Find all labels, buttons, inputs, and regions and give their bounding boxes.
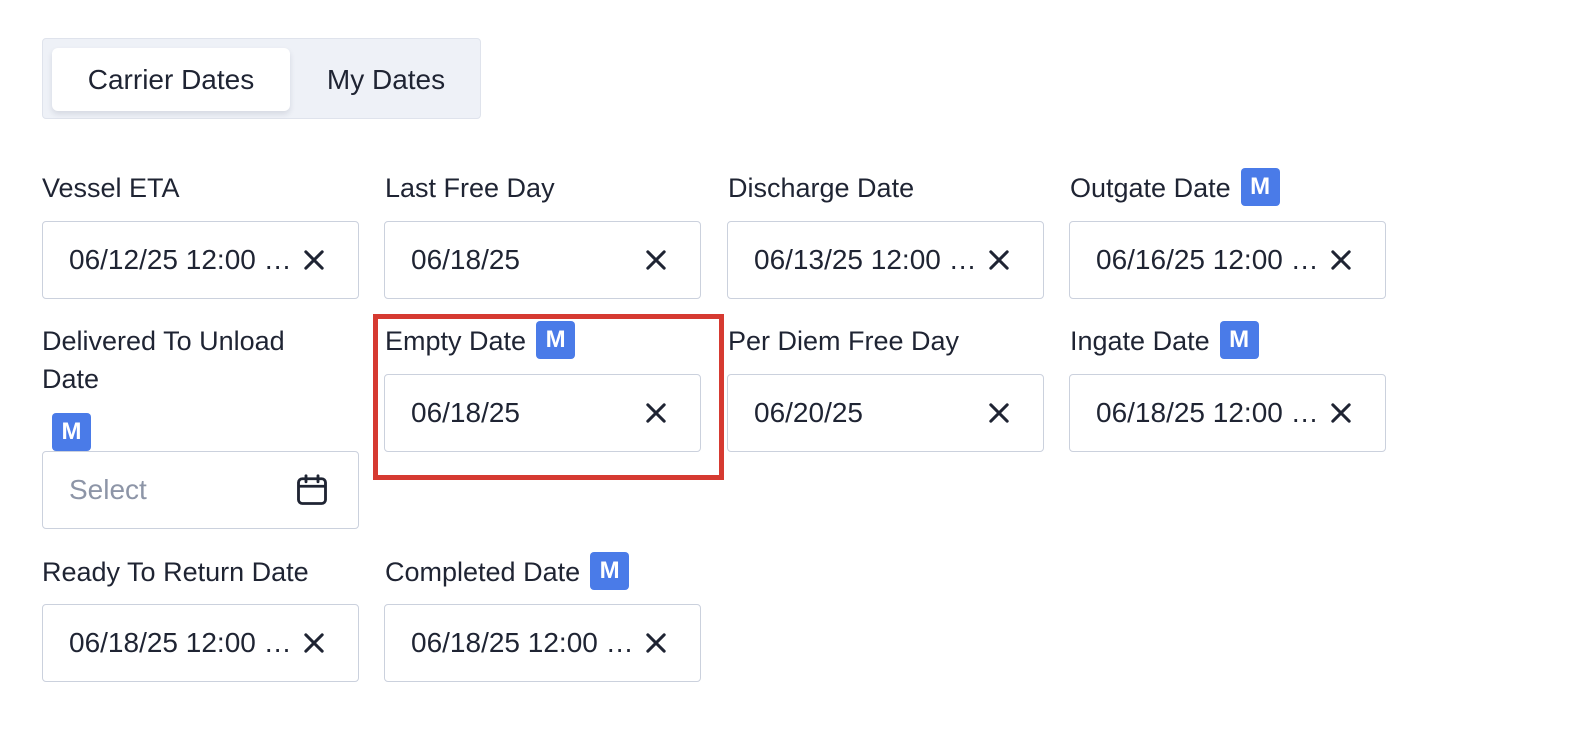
- last-free-day-input[interactable]: 06/18/25: [384, 221, 701, 299]
- close-icon[interactable]: [985, 399, 1013, 427]
- outgate-date-value: 06/16/25 12:00 am: [1096, 244, 1328, 275]
- ingate-date-value: 06/18/25 12:00 am: [1096, 397, 1328, 428]
- close-icon[interactable]: [1327, 399, 1355, 427]
- ingate-date-input[interactable]: 06/18/25 12:00 am: [1069, 374, 1386, 452]
- last-free-day-label-text: Last Free Day: [385, 173, 555, 203]
- completed-date-label-text: Completed Date: [385, 557, 581, 587]
- ingate-date-label-text: Ingate Date: [1070, 326, 1210, 356]
- close-icon[interactable]: [300, 629, 328, 657]
- ready-to-return-date-value: 06/18/25 12:00 am: [69, 627, 301, 658]
- outgate-date-input[interactable]: 06/16/25 12:00 am: [1069, 221, 1386, 299]
- per-diem-free-day-value: 06/20/25: [754, 397, 863, 428]
- ready-to-return-date-input[interactable]: 06/18/25 12:00 am: [42, 604, 359, 682]
- completed-date-input[interactable]: 06/18/25 12:00 am: [384, 604, 701, 682]
- close-icon[interactable]: [642, 399, 670, 427]
- date-tabs: Carrier Dates My Dates: [42, 38, 481, 119]
- per-diem-free-day-label: Per Diem Free Day: [728, 322, 959, 360]
- close-icon[interactable]: [642, 629, 670, 657]
- close-icon[interactable]: [300, 246, 328, 274]
- empty-date-input[interactable]: 06/18/25: [384, 374, 701, 452]
- vessel-eta-input[interactable]: 06/12/25 12:00 am: [42, 221, 359, 299]
- per-diem-free-day-input[interactable]: 06/20/25: [727, 374, 1044, 452]
- per-diem-free-day-label-text: Per Diem Free Day: [728, 326, 960, 356]
- calendar-icon[interactable]: [294, 472, 330, 508]
- completed-date-label: Completed Date M: [385, 551, 630, 593]
- tab-carrier-dates[interactable]: Carrier Dates: [52, 48, 290, 111]
- delivered-to-unload-date-input[interactable]: Select: [42, 451, 359, 529]
- manual-badge: M: [536, 320, 576, 359]
- empty-date-label: Empty Date M: [385, 320, 576, 362]
- tab-my-dates[interactable]: My Dates: [295, 48, 477, 111]
- discharge-date-input[interactable]: 06/13/25 12:00 am: [727, 221, 1044, 299]
- delivered-to-unload-date-placeholder: Select: [69, 474, 147, 505]
- last-free-day-label: Last Free Day: [385, 169, 555, 207]
- manual-badge: M: [1219, 320, 1259, 359]
- close-icon[interactable]: [985, 246, 1013, 274]
- discharge-date-label: Discharge Date: [728, 169, 914, 207]
- empty-date-value: 06/18/25: [411, 397, 520, 428]
- manual-badge: M: [590, 551, 630, 590]
- vessel-eta-value: 06/12/25 12:00 am: [69, 244, 301, 275]
- vessel-eta-label: Vessel ETA: [42, 169, 180, 207]
- completed-date-value: 06/18/25 12:00 am: [411, 627, 643, 658]
- ready-to-return-date-label: Ready To Return Date: [42, 553, 309, 591]
- empty-date-label-text: Empty Date: [385, 326, 527, 356]
- discharge-date-label-text: Discharge Date: [728, 173, 915, 203]
- manual-badge: M: [52, 413, 91, 451]
- close-icon[interactable]: [642, 246, 670, 274]
- manual-badge: M: [1240, 167, 1280, 206]
- outgate-date-label: Outgate Date M: [1070, 167, 1280, 209]
- delivered-to-unload-date-label: Delivered To Unload Date: [42, 322, 342, 398]
- discharge-date-value: 06/13/25 12:00 am: [754, 244, 986, 275]
- vessel-eta-label-text: Vessel ETA: [42, 173, 180, 203]
- delivered-to-unload-date-label-text: Delivered To Unload Date: [42, 326, 285, 394]
- close-icon[interactable]: [1327, 246, 1355, 274]
- ingate-date-label: Ingate Date M: [1070, 320, 1259, 362]
- last-free-day-value: 06/18/25: [411, 244, 520, 275]
- outgate-date-label-text: Outgate Date: [1070, 173, 1231, 203]
- ready-to-return-date-label-text: Ready To Return Date: [42, 557, 309, 587]
